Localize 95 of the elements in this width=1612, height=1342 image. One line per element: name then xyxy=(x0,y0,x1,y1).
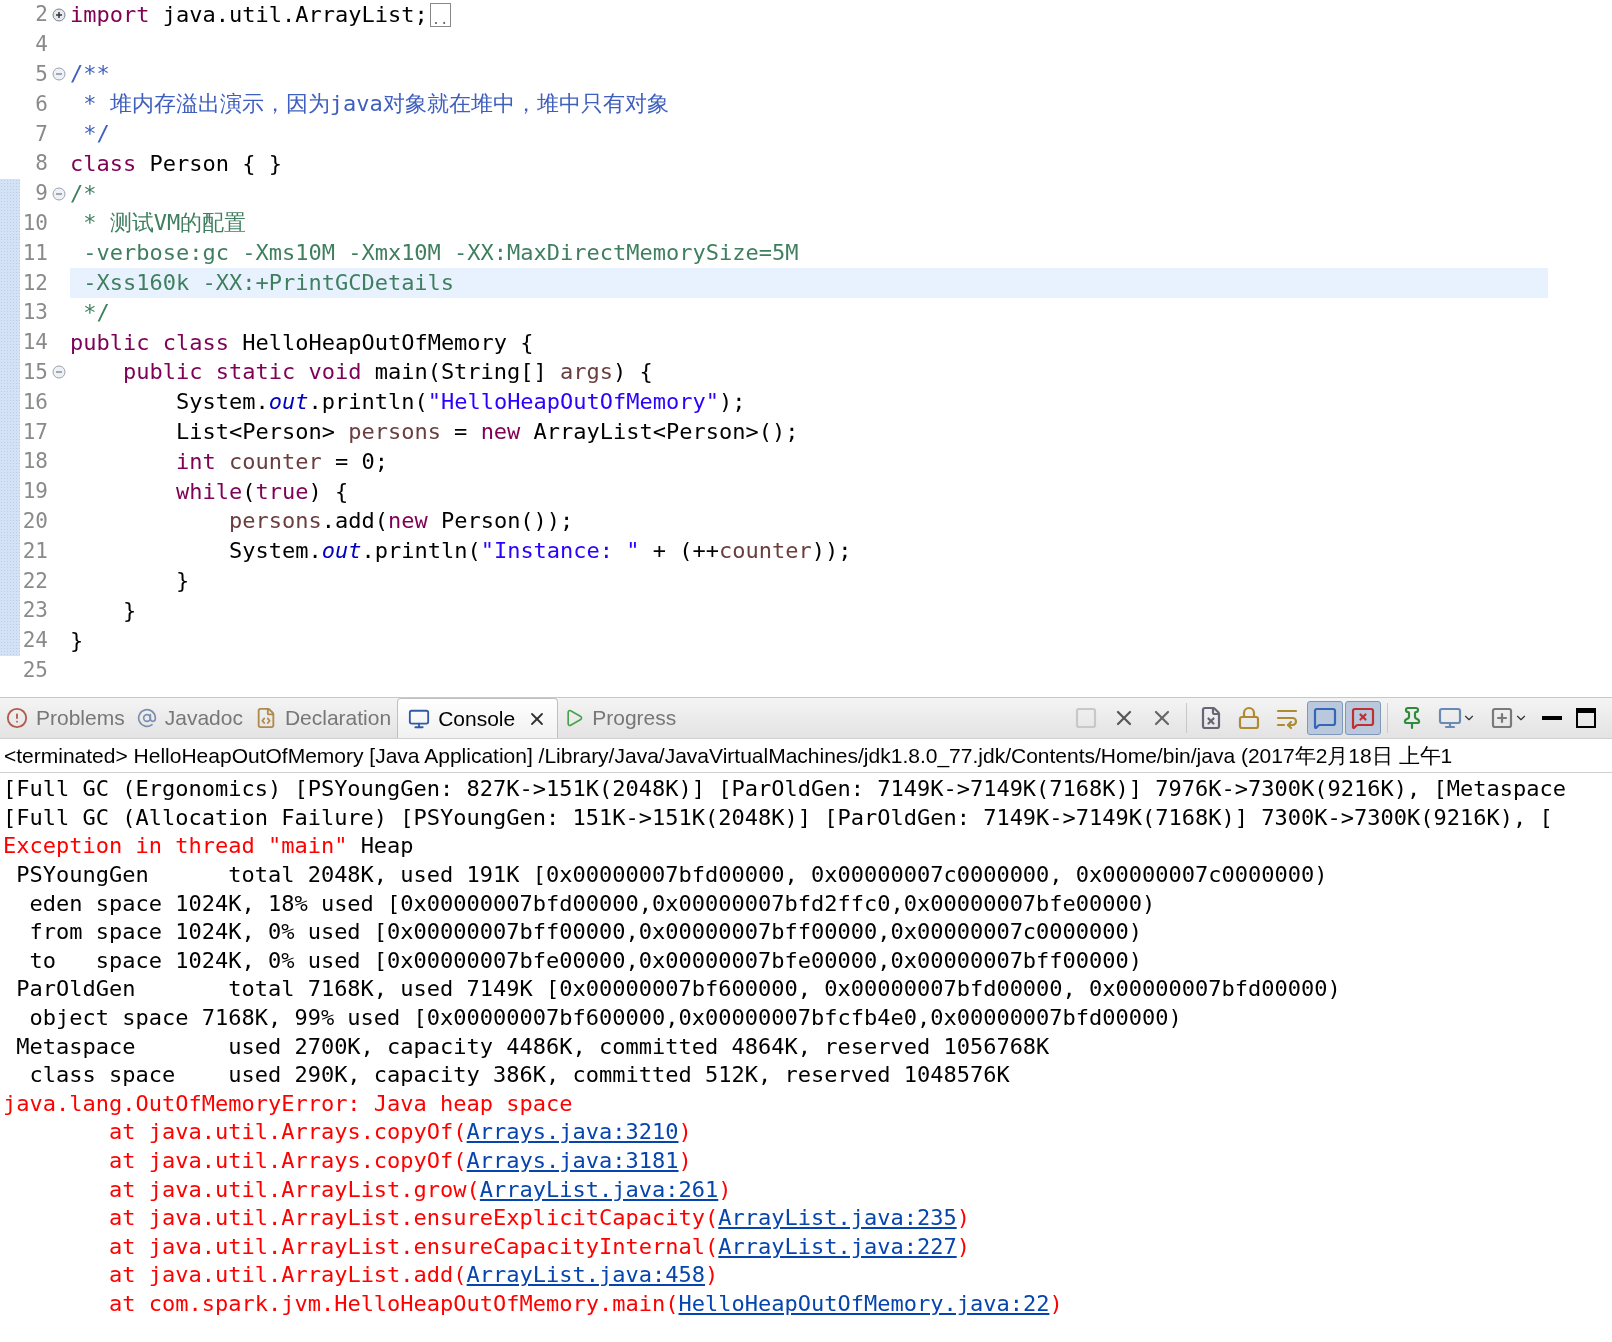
code-line: } xyxy=(121,599,137,622)
source-link[interactable]: Arrays.java:3181 xyxy=(466,1148,679,1173)
line-number: 22 xyxy=(21,570,48,592)
source-link[interactable]: ArrayList.java:235 xyxy=(718,1205,957,1231)
line-number: 6 xyxy=(34,93,48,115)
line-number: 9 xyxy=(34,183,48,205)
line-number: 16 xyxy=(21,391,48,413)
code-line: List<Person> persons = new ArrayList<Person>(); xyxy=(174,421,799,444)
source-link[interactable]: ArrayList.java:261 xyxy=(479,1176,719,1202)
view-tab[interactable]: Javadoc xyxy=(130,698,249,738)
line-number: 17 xyxy=(21,421,48,443)
collapse-icon[interactable] xyxy=(52,67,66,82)
message-button[interactable] xyxy=(1307,701,1343,735)
console-line: eden space 1024K, 18% used [0x00000007bfd00000,0x00000007bfd2ffc0,0x00000007bfe00000) xyxy=(28,892,1156,915)
code-line: /* xyxy=(70,182,97,205)
console-line: at java.util.Arrays.copyOf(Arrays.java:3210) xyxy=(107,1121,692,1144)
console-line: at java.util.Arrays.copyOf(Arrays.java:3181) xyxy=(107,1150,692,1172)
line-number: 25 xyxy=(21,659,48,681)
collapse-icon[interactable] xyxy=(52,365,66,380)
minimize-icon xyxy=(1542,716,1562,720)
code-line: public class HelloHeapOutOfMemory { xyxy=(70,331,534,354)
line-number: 8 xyxy=(34,153,48,175)
console-line: at java.util.ArrayList.add(ArrayList.java:458) xyxy=(107,1264,719,1287)
code-line: */ xyxy=(82,123,110,146)
code-line: */ xyxy=(82,301,110,324)
code-line: * 测试VM的配置 xyxy=(82,212,247,235)
message-icon xyxy=(1313,706,1337,730)
console-header: <terminated> HelloHeapOutOfMemory [Java Application] /Library/Java/JavaVirtualMachines/jdk1.8.0_77.jdk/Contents/Home/bin/java (2017年2月18日 上午1 xyxy=(3,742,1453,770)
code-line: } xyxy=(174,570,190,593)
code-line: System.out.println("Instance: " + (++counter)); xyxy=(227,540,852,563)
line-number: 12 xyxy=(21,272,48,294)
monitor-icon xyxy=(408,707,431,730)
line-number: 7 xyxy=(34,123,48,145)
message-error-icon xyxy=(1351,706,1375,730)
code-line: persons.add(new Person()); xyxy=(227,510,574,533)
monitor-icon xyxy=(1438,706,1462,730)
source-link[interactable]: Arrays.java:3210 xyxy=(466,1119,679,1145)
console-line: class space used 290K, capacity 386K, committed 512K, reserved 1048576K xyxy=(28,1064,1010,1087)
line-number: 14 xyxy=(21,332,48,354)
progress-icon xyxy=(564,708,585,728)
line-number: 2 xyxy=(34,4,48,26)
code-line: -verbose:gc -Xms10M -Xmx10M -XX:MaxDirectMemorySize=5M xyxy=(82,242,799,265)
console-line: object space 7168K, 99% used [0x00000007bf600000,0x00000007bfcfb4e0,0x00000007bfd00000) xyxy=(28,1007,1182,1030)
line-number: 10 xyxy=(21,212,48,234)
line-number: 5 xyxy=(34,64,48,85)
source-link[interactable]: ArrayList.java:227 xyxy=(718,1233,957,1259)
console-line: Metaspace used 2700K, capacity 4486K, committed 4864K, reserved 1056768K xyxy=(15,1035,1050,1058)
console-line: PSYoungGen total 2048K, used 191K [0x00000007bfd00000, 0x00000007c0000000, 0x00000007c0000000) xyxy=(15,864,1328,887)
code-line: } xyxy=(70,629,84,652)
console-line: at java.util.ArrayList.ensureExplicitCapacity(ArrayList.java:235) xyxy=(107,1207,970,1230)
console-line: from space 1024K, 0% used [0x00000007bff00000,0x00000007bff00000,0x00000007c0000000) xyxy=(28,921,1143,944)
message-error-button[interactable] xyxy=(1345,701,1381,735)
line-number: 4 xyxy=(34,34,48,56)
console-line: [Full GC (Ergonomics) [PSYoungGen: 827K->151K(2048K)] [ParOldGen: 7149K->7149K(7168K)] 7976K->7300K(9216K), [Metaspace xyxy=(2,778,1566,801)
view-tab[interactable]: Declaration xyxy=(248,698,398,738)
line-number: 19 xyxy=(21,481,48,503)
console-line: java.lang.OutOfMemoryError: Java heap space xyxy=(2,1092,573,1115)
new-window-icon xyxy=(1490,706,1514,730)
console-line: at java.util.ArrayList.ensureCapacityInternal(ArrayList.java:227) xyxy=(107,1235,970,1258)
maximize-icon xyxy=(1576,708,1596,728)
line-number: 15 xyxy=(21,361,48,383)
console-line: at java.util.ArrayList.grow(ArrayList.java:261) xyxy=(107,1178,732,1201)
code-line: -Xss160k -XX:+PrintGCDetails xyxy=(82,272,455,295)
collapse-icon[interactable] xyxy=(52,186,66,201)
line-number: 13 xyxy=(21,302,48,324)
at-sign-icon xyxy=(136,708,157,728)
line-number: 24 xyxy=(21,630,48,652)
console-line: Exception in thread "main" Heap xyxy=(2,835,414,858)
view-tab[interactable]: Progress xyxy=(558,698,683,738)
view-tab[interactable]: Console xyxy=(397,698,559,738)
clear-document-icon xyxy=(1199,706,1223,730)
source-link[interactable]: ArrayList.java:458 xyxy=(466,1262,705,1288)
code-line: int counter = 0; xyxy=(174,450,388,473)
console-line: to space 1024K, 0% used [0x00000007bfe00000,0x00000007bfe00000,0x00000007bff00000) xyxy=(28,949,1143,972)
code-line: import java.util.ArrayList; .. xyxy=(70,2,451,27)
line-number: 18 xyxy=(21,451,48,473)
line-number: 23 xyxy=(21,600,48,622)
view-tab[interactable]: Problems xyxy=(0,698,131,738)
code-line: public static void main(String[] args) { xyxy=(121,361,653,384)
stop-icon xyxy=(1074,706,1098,730)
code-line: System.out.println("HelloHeapOutOfMemory"); xyxy=(174,391,746,414)
problems-icon xyxy=(6,707,28,729)
code-line: * 堆内存溢出演示，因为java对象就在堆中，堆中只有对象 xyxy=(82,93,669,116)
line-number: 21 xyxy=(21,540,48,562)
code-line: /** xyxy=(70,63,110,86)
code-line: class Person { } xyxy=(70,152,282,175)
line-number: 11 xyxy=(21,242,48,264)
source-link[interactable]: HelloHeapOutOfMemory.java:22 xyxy=(678,1291,1050,1316)
code-line: while(true) { xyxy=(174,480,349,503)
line-number: 20 xyxy=(21,510,48,532)
console-line: ParOldGen total 7168K, used 7149K [0x00000007bf600000, 0x00000007bfd00000, 0x00000007bfd00000) xyxy=(15,978,1341,1001)
expand-icon[interactable] xyxy=(52,7,66,22)
console-line: [Full GC (Allocation Failure) [PSYoungGen: 151K->151K(2048K)] [ParOldGen: 7149K->7149K(7168K)] 7300K->7300K(9216K), [ xyxy=(2,806,1553,829)
console-line: at com.spark.jvm.HelloHeapOutOfMemory.main(HelloHeapOutOfMemory.java:22) xyxy=(107,1293,1063,1315)
lock-icon xyxy=(1237,706,1261,730)
